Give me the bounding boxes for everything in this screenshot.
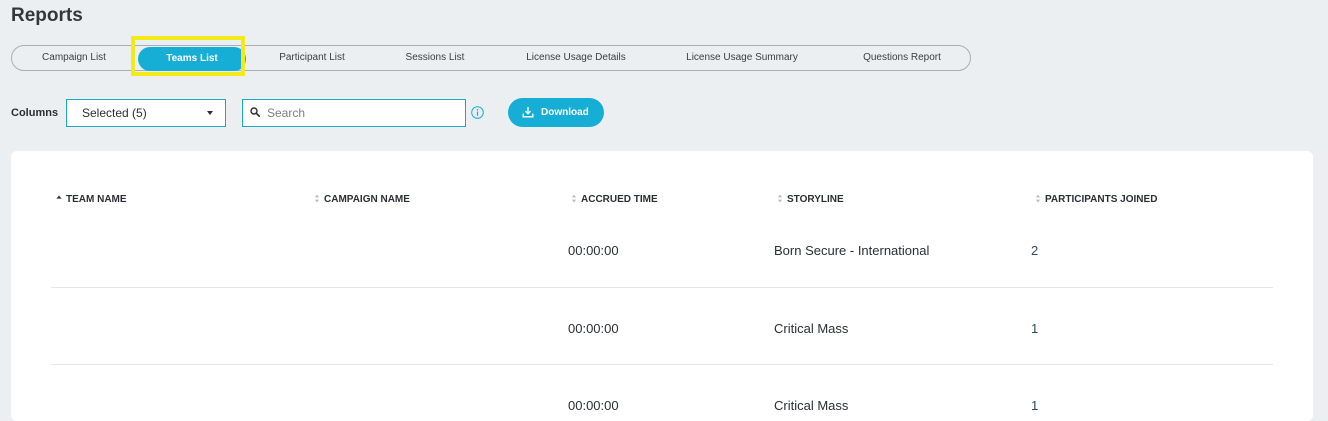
cell-storyline: Critical Mass	[774, 321, 849, 336]
download-button-label: Download	[541, 107, 589, 118]
cell-accrued-time: 00:00:00	[568, 243, 619, 258]
chevron-down-icon	[207, 111, 213, 115]
column-header-label: TEAM NAME	[66, 194, 127, 205]
search-input[interactable]	[267, 100, 457, 126]
column-header-accrued-time[interactable]: ACCRUED TIME	[571, 194, 658, 205]
report-tabs: Campaign List Teams List Participant Lis…	[11, 45, 971, 71]
tab-participant-list[interactable]: Participant List	[254, 46, 370, 70]
download-button[interactable]: Download	[508, 98, 604, 127]
columns-select[interactable]: Selected (5)	[66, 99, 226, 127]
column-header-campaign-name[interactable]: CAMPAIGN NAME	[314, 194, 410, 205]
info-icon[interactable]	[471, 106, 484, 119]
search-box[interactable]	[242, 99, 466, 127]
column-header-storyline[interactable]: STORYLINE	[777, 194, 844, 205]
sort-icon	[777, 194, 783, 203]
search-icon	[250, 107, 260, 117]
sort-icon	[314, 194, 320, 203]
tab-license-usage-details[interactable]: License Usage Details	[500, 46, 652, 70]
cell-participants-joined: 1	[1031, 321, 1039, 336]
cell-storyline: Born Secure - International	[774, 243, 930, 258]
columns-label: Columns	[11, 107, 59, 119]
row-divider	[51, 364, 1273, 365]
sort-icon	[1035, 194, 1041, 203]
sort-ascending-icon	[56, 195, 62, 199]
tab-license-usage-summary[interactable]: License Usage Summary	[660, 46, 824, 70]
column-header-participants-joined[interactable]: PARTICIPANTS JOINED	[1035, 194, 1157, 205]
tab-teams-list[interactable]: Teams List	[138, 47, 246, 71]
row-divider	[51, 287, 1273, 288]
column-header-label: PARTICIPANTS JOINED	[1045, 194, 1158, 205]
column-header-label: STORYLINE	[787, 194, 844, 205]
tab-campaign-list[interactable]: Campaign List	[12, 46, 136, 70]
sort-icon	[571, 194, 577, 203]
tab-sessions-list[interactable]: Sessions List	[378, 46, 492, 70]
cell-participants-joined: 2	[1031, 243, 1039, 258]
page-title: Reports	[11, 5, 83, 26]
teams-table-card: TEAM NAME CAMPAIGN NAME ACCRUED TIME STO…	[11, 151, 1313, 421]
column-header-label: ACCRUED TIME	[581, 194, 658, 205]
column-header-team-name[interactable]: TEAM NAME	[56, 194, 127, 205]
tab-questions-report[interactable]: Questions Report	[832, 46, 972, 70]
cell-accrued-time: 00:00:00	[568, 321, 619, 336]
download-icon	[522, 107, 534, 118]
column-header-label: CAMPAIGN NAME	[324, 194, 410, 205]
columns-select-value: Selected (5)	[82, 106, 147, 120]
